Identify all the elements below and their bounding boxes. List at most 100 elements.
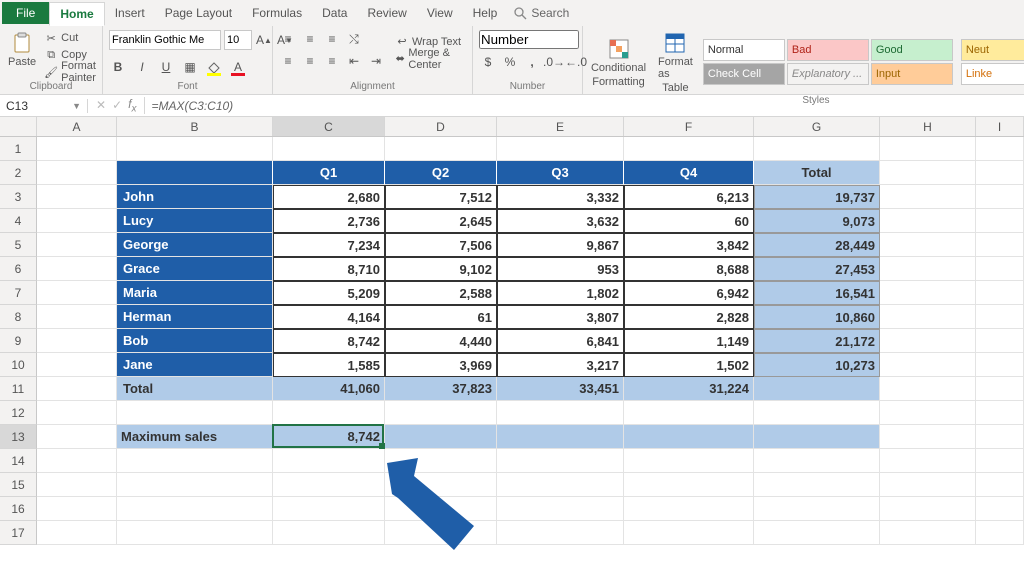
cell[interactable] xyxy=(37,257,117,281)
align-right-icon[interactable]: ≡ xyxy=(323,52,341,70)
cell[interactable]: 2,680 xyxy=(273,185,385,209)
tab-page-layout[interactable]: Page Layout xyxy=(155,2,242,24)
cell[interactable] xyxy=(117,521,273,545)
col-header-C[interactable]: C xyxy=(273,117,385,136)
cell[interactable]: 2,645 xyxy=(385,209,497,233)
cell[interactable] xyxy=(37,497,117,521)
cell[interactable]: 21,172 xyxy=(754,329,880,353)
col-header-B[interactable]: B xyxy=(117,117,273,136)
decrease-indent-icon[interactable]: ⇤ xyxy=(345,52,363,70)
cell[interactable] xyxy=(880,137,976,161)
cell[interactable] xyxy=(273,449,385,473)
row-header-13[interactable]: 13 xyxy=(0,425,37,449)
cell[interactable] xyxy=(385,425,497,449)
cell[interactable]: Q4 xyxy=(624,161,754,185)
tab-home[interactable]: Home xyxy=(49,2,104,26)
increase-font-icon[interactable]: A▲ xyxy=(255,31,273,49)
cell[interactable]: 1,802 xyxy=(497,281,624,305)
font-size-select[interactable] xyxy=(224,30,252,50)
cell[interactable]: 28,449 xyxy=(754,233,880,257)
cell[interactable] xyxy=(497,137,624,161)
row-header-6[interactable]: 6 xyxy=(0,257,37,281)
cell[interactable] xyxy=(976,473,1024,497)
cell[interactable] xyxy=(880,305,976,329)
cell[interactable]: 7,512 xyxy=(385,185,497,209)
cell[interactable]: 6,841 xyxy=(497,329,624,353)
row-headers[interactable]: 1 2 3 4 5 6 7 8 9 10 11 12 13 14 15 16 1… xyxy=(0,137,37,545)
cell[interactable]: Q1 xyxy=(273,161,385,185)
row-header-17[interactable]: 17 xyxy=(0,521,37,545)
col-header-F[interactable]: F xyxy=(624,117,754,136)
number-format-select[interactable] xyxy=(479,30,579,49)
cell[interactable] xyxy=(497,425,624,449)
cell[interactable] xyxy=(624,425,754,449)
cell[interactable] xyxy=(37,449,117,473)
cell[interactable] xyxy=(273,473,385,497)
cell[interactable]: 1,502 xyxy=(624,353,754,377)
cell[interactable] xyxy=(37,425,117,449)
cell[interactable] xyxy=(497,521,624,545)
formula-input[interactable]: =MAX(C3:C10) xyxy=(145,99,1024,113)
cell[interactable]: 3,332 xyxy=(497,185,624,209)
style-check-cell[interactable]: Check Cell xyxy=(703,63,785,85)
cell[interactable]: 61 xyxy=(385,305,497,329)
cell[interactable] xyxy=(976,137,1024,161)
cell[interactable] xyxy=(37,185,117,209)
tab-review[interactable]: Review xyxy=(357,2,416,24)
conditional-formatting-button[interactable]: Conditional Formatting xyxy=(589,36,648,88)
cell[interactable] xyxy=(117,161,273,185)
cancel-formula-icon[interactable]: ✕ xyxy=(96,98,106,112)
cell[interactable] xyxy=(754,521,880,545)
style-neutral[interactable]: Neut xyxy=(961,39,1024,61)
tab-formulas[interactable]: Formulas xyxy=(242,2,312,24)
tab-help[interactable]: Help xyxy=(463,2,508,24)
cell[interactable] xyxy=(37,305,117,329)
cell[interactable] xyxy=(754,425,880,449)
fill-color-button[interactable] xyxy=(205,58,223,76)
align-left-icon[interactable]: ≡ xyxy=(279,52,297,70)
cell[interactable]: 3,632 xyxy=(497,209,624,233)
cell[interactable]: 8,710 xyxy=(273,257,385,281)
cell[interactable] xyxy=(754,497,880,521)
cell[interactable]: 10,860 xyxy=(754,305,880,329)
cell[interactable] xyxy=(624,401,754,425)
cell[interactable] xyxy=(273,401,385,425)
cell[interactable] xyxy=(37,137,117,161)
cell[interactable]: 10,273 xyxy=(754,353,880,377)
bold-button[interactable]: B xyxy=(109,58,127,76)
cell[interactable]: 33,451 xyxy=(497,377,624,401)
orientation-icon[interactable]: ⤭ xyxy=(345,30,363,48)
cell[interactable] xyxy=(976,497,1024,521)
cell[interactable]: 6,942 xyxy=(624,281,754,305)
cell[interactable]: 4,164 xyxy=(273,305,385,329)
cell[interactable] xyxy=(880,353,976,377)
cell[interactable]: 27,453 xyxy=(754,257,880,281)
cell[interactable]: Herman xyxy=(117,305,273,329)
font-family-select[interactable] xyxy=(109,30,221,50)
select-all-corner[interactable] xyxy=(0,117,37,136)
cell[interactable]: 7,506 xyxy=(385,233,497,257)
format-as-table-button[interactable]: Format as Table xyxy=(656,30,695,94)
cell[interactable]: 7,234 xyxy=(273,233,385,257)
cell[interactable] xyxy=(754,401,880,425)
cell[interactable]: Q3 xyxy=(497,161,624,185)
cut-button[interactable]: ✂ Cut xyxy=(44,30,96,46)
style-explanatory[interactable]: Explanatory ... xyxy=(787,63,869,85)
col-header-E[interactable]: E xyxy=(497,117,624,136)
underline-button[interactable]: U xyxy=(157,58,175,76)
cell[interactable] xyxy=(37,473,117,497)
cell[interactable] xyxy=(37,401,117,425)
row-header-3[interactable]: 3 xyxy=(0,185,37,209)
cell[interactable] xyxy=(385,521,497,545)
cell[interactable] xyxy=(497,401,624,425)
cell[interactable] xyxy=(976,449,1024,473)
accounting-format-icon[interactable]: $ xyxy=(479,53,497,71)
cell[interactable] xyxy=(880,185,976,209)
cell[interactable] xyxy=(497,497,624,521)
merge-center-button[interactable]: ⬌ Merge & Center xyxy=(395,51,466,67)
cell[interactable]: 60 xyxy=(624,209,754,233)
cell[interactable]: 953 xyxy=(497,257,624,281)
cell[interactable] xyxy=(880,233,976,257)
tab-file[interactable]: File xyxy=(2,2,49,24)
cell[interactable] xyxy=(754,449,880,473)
